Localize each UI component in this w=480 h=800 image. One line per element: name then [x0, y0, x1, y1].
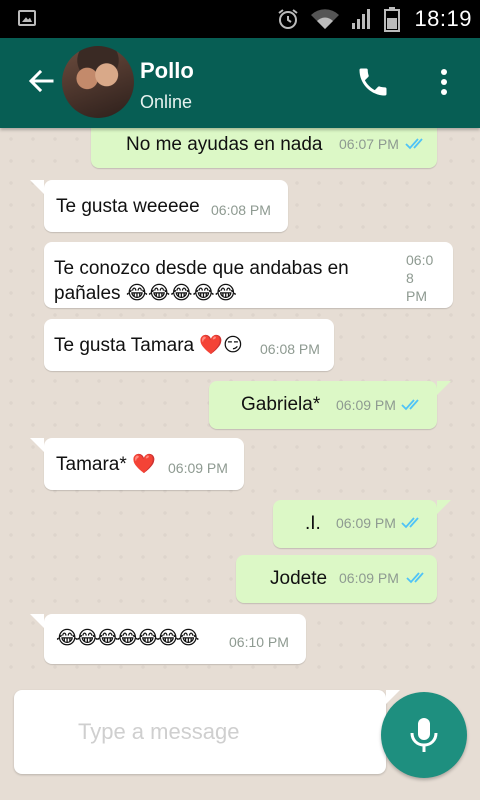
- read-ticks-icon: [401, 399, 419, 411]
- read-ticks-icon: [401, 517, 419, 529]
- status-icons: 18:19: [276, 4, 472, 34]
- message-text: Gabriela*: [241, 394, 321, 415]
- message-time: 06:08 PM: [260, 341, 320, 357]
- clock: 18:19: [414, 6, 472, 31]
- message-outgoing[interactable]: No me ayudas en nada 06:07 PM: [91, 128, 437, 168]
- message-incoming[interactable]: Te gusta weeeee 06:08 PM: [30, 180, 288, 232]
- message-time: 06:07 PM: [339, 136, 399, 152]
- back-arrow-icon[interactable]: [26, 66, 56, 96]
- message-time: 06:09 PM: [168, 460, 228, 476]
- alarm-icon: [278, 9, 299, 29]
- message-time: 06:08 PM: [211, 202, 271, 218]
- message-incoming[interactable]: Tamara* ❤️ 06:09 PM: [30, 438, 244, 490]
- message-time-line2: 8: [406, 270, 414, 286]
- message-time: 06:09 PM: [336, 515, 396, 531]
- chat-header: Pollo Online: [0, 38, 480, 128]
- message-text-line2: pañales 😂😂😂😂😂: [54, 283, 237, 304]
- message-incoming[interactable]: 😂😂😂😂😂😂😂 06:10 PM: [30, 614, 306, 664]
- message-time: 06:10 PM: [229, 634, 289, 650]
- message-text: Te gusta Tamara ❤️😏: [54, 335, 243, 356]
- phone-icon[interactable]: [355, 64, 391, 100]
- more-vert-icon[interactable]: [432, 64, 456, 100]
- message-text: 😂😂😂😂😂😂😂: [56, 628, 199, 649]
- chat-area[interactable]: No me ayudas en nada 06:07 PM Te gusta w…: [0, 128, 480, 680]
- message-incoming[interactable]: Te gusta Tamara ❤️😏 06:08 PM: [44, 319, 334, 371]
- signal-icon: [352, 9, 371, 29]
- gallery-icon: [18, 10, 36, 26]
- message-text-line1: Te conozco desde que andabas en: [54, 258, 349, 279]
- message-outgoing[interactable]: .I. 06:09 PM: [273, 500, 451, 548]
- message-input[interactable]: [78, 714, 358, 750]
- battery-icon: [384, 7, 401, 32]
- mic-icon: [410, 718, 438, 752]
- status-bar: 18:19: [0, 0, 480, 38]
- message-text: .I.: [305, 513, 321, 534]
- mic-button[interactable]: [381, 692, 467, 778]
- message-text: No me ayudas en nada: [126, 134, 323, 155]
- read-ticks-icon: [406, 572, 424, 584]
- message-text: Jodete: [270, 568, 328, 589]
- message-time-line3: PM: [406, 288, 427, 304]
- read-ticks-icon: [405, 138, 423, 150]
- message-time: 06:09 PM: [339, 570, 399, 586]
- message-text: Tamara* ❤️: [56, 454, 156, 475]
- avatar[interactable]: [62, 46, 134, 118]
- message-text: Te gusta weeeee: [56, 196, 200, 217]
- message-incoming[interactable]: Te conozco desde que andabas en pañales …: [44, 242, 453, 308]
- message-time: 06:09 PM: [336, 397, 396, 413]
- message-composer: [14, 690, 400, 774]
- contact-status: Online: [140, 92, 193, 112]
- wifi-icon: [311, 9, 340, 29]
- contact-name[interactable]: Pollo: [140, 58, 194, 84]
- message-outgoing[interactable]: Jodete 06:09 PM: [236, 555, 437, 603]
- message-time-line1: 06:0: [406, 252, 434, 268]
- message-outgoing[interactable]: Gabriela* 06:09 PM: [209, 381, 451, 429]
